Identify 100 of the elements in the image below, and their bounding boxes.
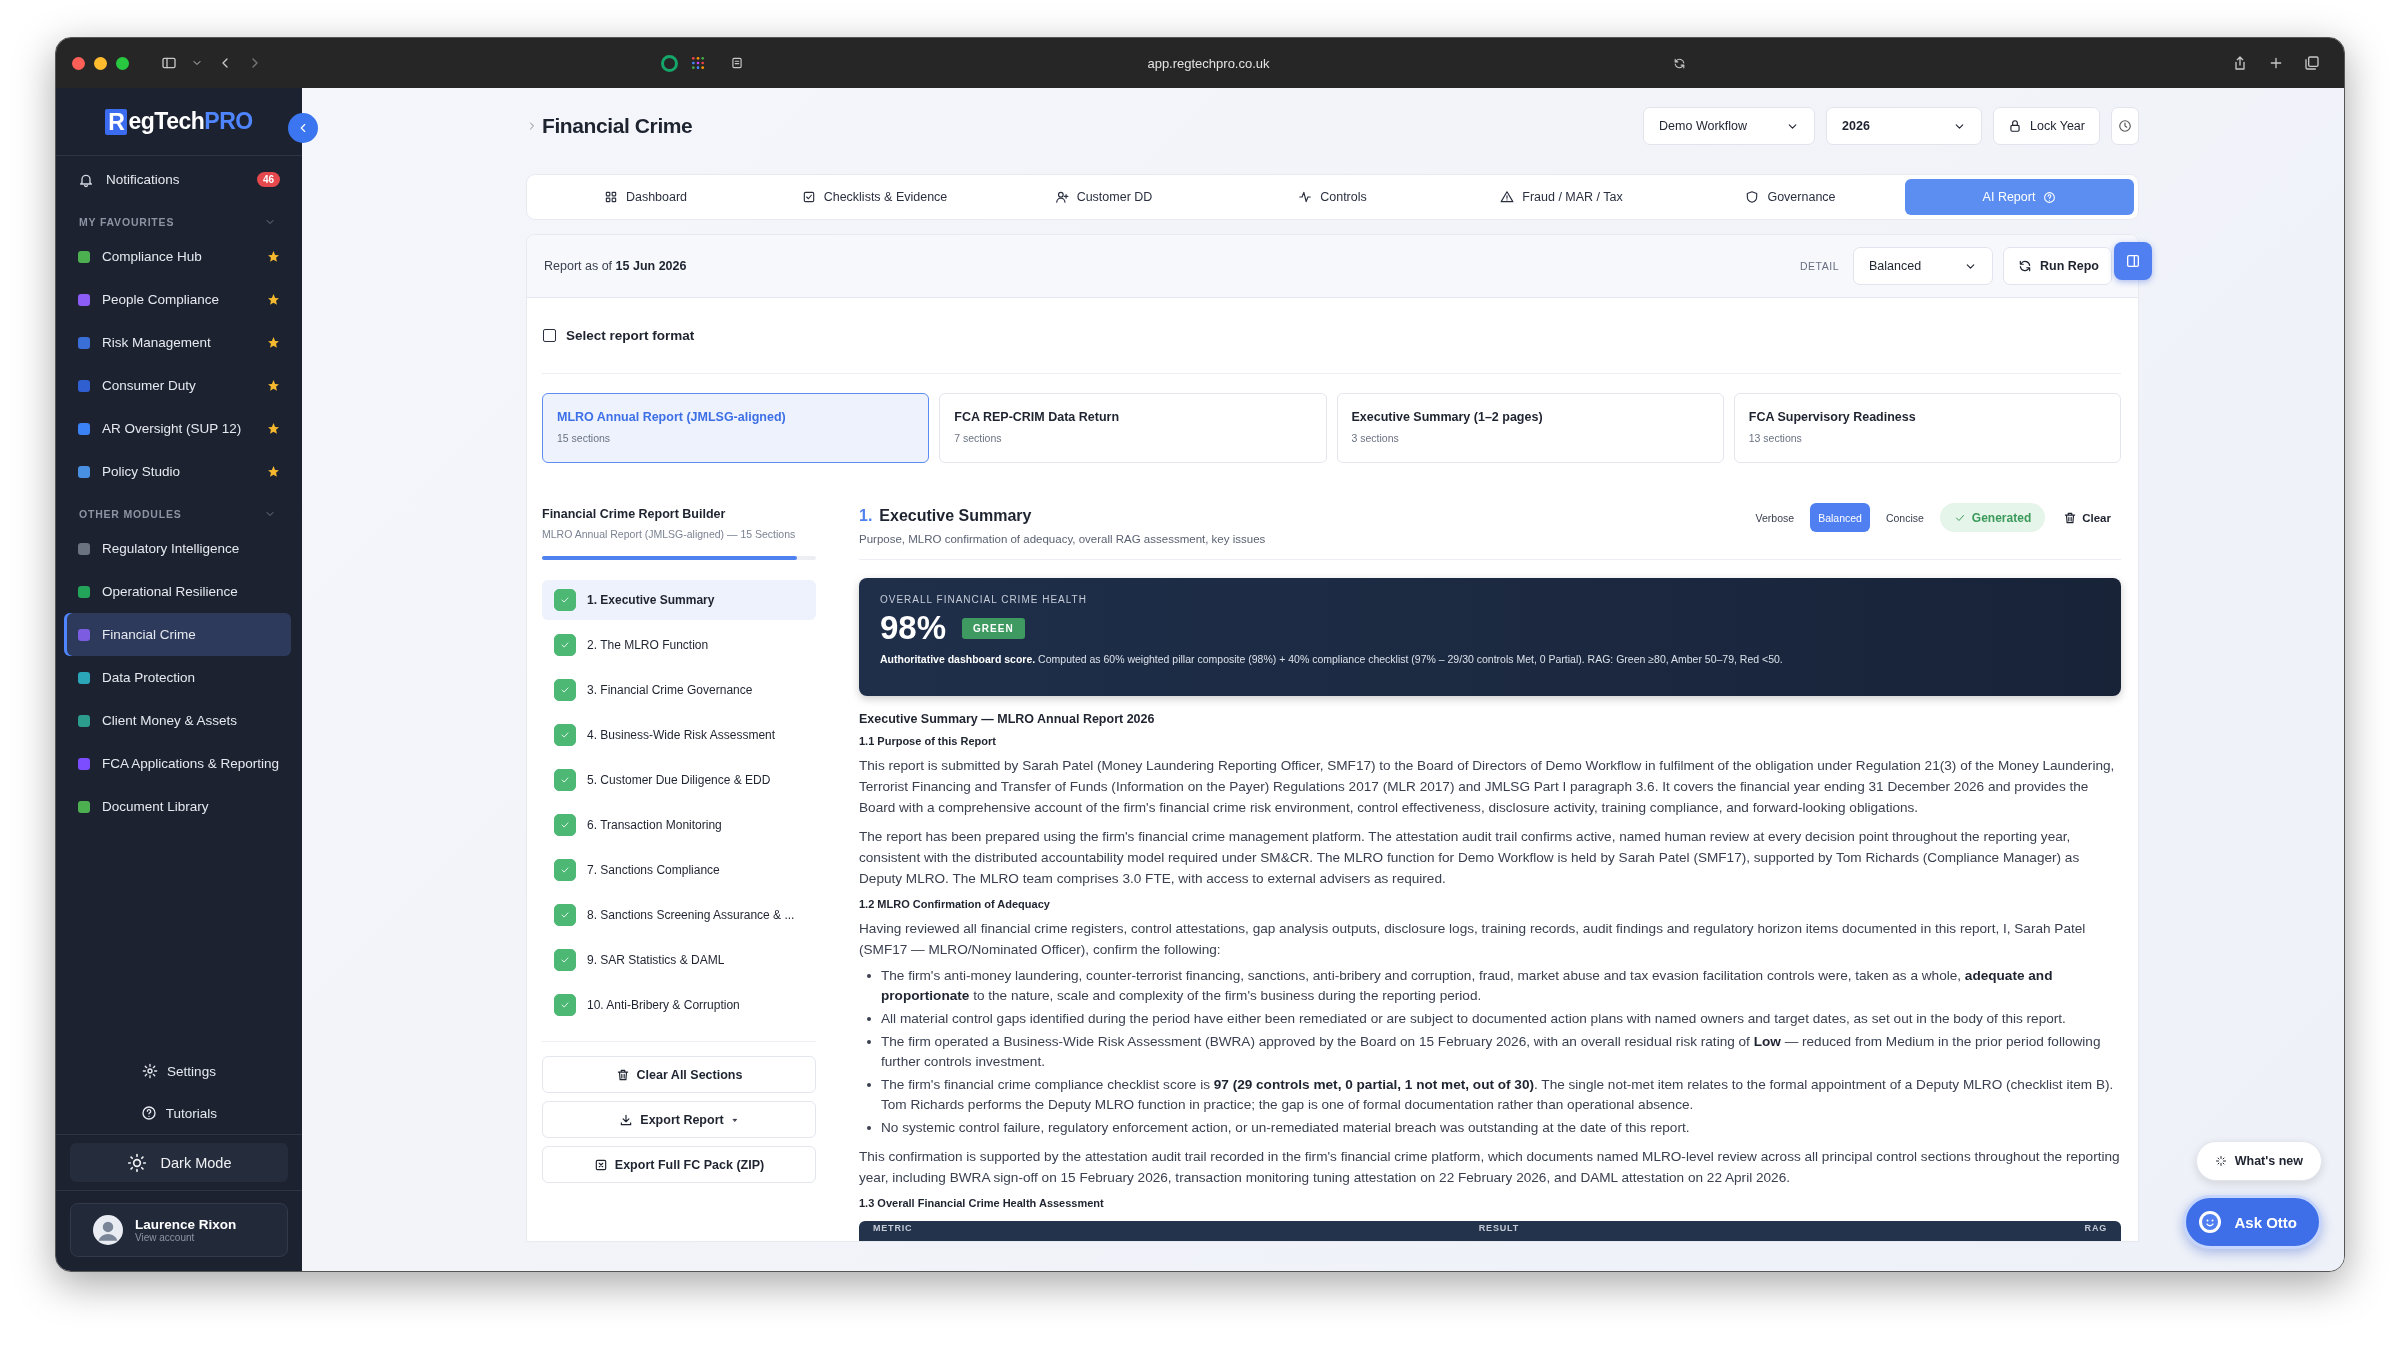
- avatar: [93, 1215, 123, 1245]
- page-icon: [730, 56, 744, 70]
- clear-button[interactable]: Clear: [2053, 510, 2121, 525]
- status-pill: Generated: [1939, 503, 2046, 532]
- format-card[interactable]: MLRO Annual Report (JMLSG-aligned) 15 sections: [542, 393, 930, 463]
- sidebar-item[interactable]: Policy Studio: [67, 450, 291, 493]
- checkbox[interactable]: [554, 949, 576, 971]
- detail-dropdown[interactable]: Balanced: [1852, 247, 1993, 285]
- address-bar[interactable]: app.regtechpro.co.uk: [718, 48, 1698, 78]
- star-icon[interactable]: [267, 250, 280, 263]
- checkbox[interactable]: [554, 859, 576, 881]
- section-item[interactable]: 2. The MLRO Function: [542, 625, 816, 665]
- bullet-icon: [867, 1126, 871, 1130]
- account-card[interactable]: Laurence Rixon View account: [70, 1203, 288, 1257]
- logo: R egTechPRO: [105, 108, 253, 135]
- new-tab-icon[interactable]: [2268, 55, 2284, 71]
- star-icon[interactable]: [267, 336, 280, 349]
- section-item[interactable]: 4. Business-Wide Risk Assessment: [542, 715, 816, 755]
- sidebar-item[interactable]: Consumer Duty: [67, 364, 291, 407]
- paragraph: This confirmation is supported by the attestation audit trail recorded in the firm's financial crime platform, which documents named MLRO-level review across all principal control sections throughout the reporting year, including BWRA sign-off on 15 February 2026, transaction monitoring tuning attestation on 22 February 2026, and DAML attestation on 22 April 2026.: [859, 1148, 2121, 1187]
- star-icon[interactable]: [267, 465, 280, 478]
- check-icon: [560, 865, 570, 875]
- notification-count: 46: [256, 172, 280, 187]
- checkbox[interactable]: [554, 724, 576, 746]
- checkbox[interactable]: [554, 904, 576, 926]
- health-score: 98%: [880, 609, 947, 647]
- action-button[interactable]: Export Full FC Pack (ZIP): [542, 1146, 816, 1183]
- help-icon: [140, 1105, 157, 1121]
- sidebar-item[interactable]: Financial Crime: [64, 613, 291, 656]
- tab[interactable]: Fraud / MAR / Tax: [1447, 179, 1676, 215]
- sidebar-item[interactable]: People Compliance: [67, 278, 291, 321]
- tabs-icon[interactable]: [2304, 55, 2320, 71]
- star-icon[interactable]: [267, 293, 280, 306]
- dark-mode-button[interactable]: Dark Mode: [70, 1143, 288, 1182]
- sidebar-item[interactable]: Risk Management: [67, 321, 291, 364]
- checkbox[interactable]: [554, 589, 576, 611]
- share-icon[interactable]: [2232, 55, 2248, 71]
- checkbox[interactable]: [554, 769, 576, 791]
- sidebar-item[interactable]: Document Library: [67, 785, 291, 828]
- section-item[interactable]: 10. Anti-Bribery & Corruption: [542, 985, 816, 1025]
- star-icon[interactable]: [267, 422, 280, 435]
- section-item[interactable]: 3. Financial Crime Governance: [542, 670, 816, 710]
- sidebar-item[interactable]: AR Oversight (SUP 12): [67, 407, 291, 450]
- year-dropdown[interactable]: 2026: [1826, 107, 1983, 145]
- panel-toggle-button[interactable]: [2114, 242, 2152, 280]
- apps-grid-icon[interactable]: [690, 55, 706, 71]
- mode-button[interactable]: Verbose: [1747, 503, 1803, 532]
- format-card[interactable]: FCA Supervisory Readiness 13 sections: [1733, 393, 2121, 463]
- sidebar-item[interactable]: Regulatory Intelligence: [67, 527, 291, 570]
- notifications-item[interactable]: Notifications 46: [67, 158, 291, 201]
- detail-label: DETAIL: [1800, 260, 1839, 272]
- format-card[interactable]: Executive Summary (1–2 pages) 3 sections: [1336, 393, 1724, 463]
- section-item[interactable]: 5. Customer Due Diligence & EDD: [542, 760, 816, 800]
- sidebar-item[interactable]: Compliance Hub: [67, 235, 291, 278]
- sidebar-item[interactable]: FCA Applications & Reporting: [67, 742, 291, 785]
- checkbox[interactable]: [554, 679, 576, 701]
- lock-icon: [2008, 119, 2023, 133]
- mode-button[interactable]: Balanced: [1810, 503, 1870, 532]
- history-button[interactable]: [2111, 107, 2139, 145]
- zoom-button[interactable]: [116, 56, 129, 70]
- section-item[interactable]: 6. Transaction Monitoring: [542, 805, 816, 845]
- sidebar-item[interactable]: Data Protection: [67, 656, 291, 699]
- builder-title: Financial Crime Report Builder: [542, 507, 727, 521]
- action-button[interactable]: Export Report: [542, 1101, 816, 1138]
- star-icon[interactable]: [267, 379, 280, 392]
- reload-icon[interactable]: [1673, 56, 1686, 70]
- mode-button[interactable]: Concise: [1877, 503, 1932, 532]
- collapse-button[interactable]: [288, 113, 318, 143]
- section-item[interactable]: 7. Sanctions Compliance: [542, 850, 816, 890]
- workflow-dropdown[interactable]: Demo Workflow: [1643, 107, 1816, 145]
- sidebar-icon[interactable]: [161, 55, 177, 71]
- section-item[interactable]: 8. Sanctions Screening Assurance & ...: [542, 895, 816, 935]
- checkbox[interactable]: [554, 994, 576, 1016]
- sidebar-item[interactable]: Client Money & Assets: [67, 699, 291, 742]
- close-button[interactable]: [72, 56, 85, 70]
- whats-new-button[interactable]: What's new: [2195, 1141, 2322, 1181]
- tutorials-link[interactable]: Tutorials: [56, 1092, 302, 1134]
- account-link[interactable]: View account: [135, 1232, 237, 1243]
- assistant-button[interactable]: Ask Otto: [2183, 1195, 2322, 1249]
- checkbox[interactable]: [554, 634, 576, 656]
- score-note: Authoritative dashboard score. Computed as 60% weighted pillar composite (98%) + 40% compliance checklist (97% – 29/30 controls Met, 0 Partial). RAG: Green ≥80, Amber 50–79, Red <50.: [880, 653, 1784, 665]
- section-item[interactable]: 1. Executive Summary: [542, 580, 816, 620]
- minimize-button[interactable]: [94, 56, 107, 70]
- tab[interactable]: Checklists & Evidence: [760, 179, 989, 215]
- format-card[interactable]: FCA REP-CRIM Data Return 7 sections: [939, 393, 1327, 463]
- page-title: Financial Crime: [542, 114, 693, 138]
- extension-icon[interactable]: [661, 54, 678, 72]
- section-item[interactable]: 9. SAR Statistics & DAML: [542, 940, 816, 980]
- checkbox[interactable]: [554, 814, 576, 836]
- run-report-button[interactable]: Run Repo: [2002, 247, 2112, 285]
- action-button[interactable]: Clear All Sections: [542, 1056, 816, 1093]
- grid-icon: [603, 190, 618, 204]
- settings-link[interactable]: Settings: [56, 1050, 302, 1092]
- tab[interactable]: Governance: [1676, 179, 1905, 215]
- tab[interactable]: Dashboard: [531, 179, 760, 215]
- lock-year-button[interactable]: Lock Year: [1993, 107, 2100, 145]
- checkbox[interactable]: [543, 329, 556, 342]
- tab[interactable]: Controls: [1218, 179, 1447, 215]
- tab[interactable]: Customer DD: [989, 179, 1218, 215]
- sidebar-item[interactable]: Operational Resilience: [67, 570, 291, 613]
